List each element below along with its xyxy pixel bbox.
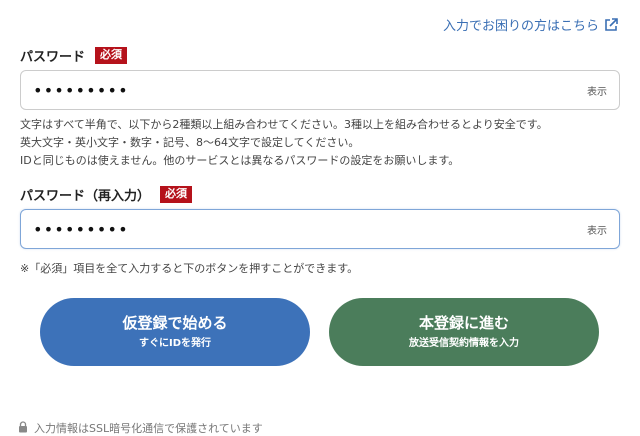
show-password-toggle[interactable]: 表示 bbox=[587, 83, 607, 98]
lock-icon bbox=[18, 420, 28, 436]
required-badge: 必須 bbox=[95, 47, 128, 64]
password-value: ••••••••• bbox=[33, 80, 129, 100]
full-register-button[interactable]: 本登録に進む 放送受信契約情報を入力 bbox=[329, 298, 599, 366]
password-hint: 文字はすべて半角で、以下から2種類以上組み合わせてください。3種以上を組み合わせ… bbox=[20, 116, 625, 170]
password-confirm-input[interactable]: ••••••••• 表示 bbox=[20, 209, 620, 249]
password-confirm-label-text: パスワード（再入力） bbox=[20, 189, 151, 204]
full-register-sublabel: 放送受信契約情報を入力 bbox=[409, 337, 519, 349]
password-hint-line: 文字はすべて半角で、以下から2種類以上組み合わせてください。3種以上を組み合わせ… bbox=[20, 118, 548, 131]
external-link-icon bbox=[604, 17, 618, 32]
required-note: ※「必須」項目を全て入力すると下のボタンを押すことができます。 bbox=[20, 262, 359, 275]
password-hint-line: IDと同じものは使えません。他のサービスとは異なるパスワードの設定をお願いします… bbox=[20, 154, 460, 167]
temporary-register-button[interactable]: 仮登録で始める すぐにIDを発行 bbox=[40, 298, 310, 366]
ssl-notice: 入力情報はSSL暗号化通信で保護されています bbox=[18, 420, 263, 436]
password-confirm-label: パスワード（再入力） 必須 bbox=[20, 185, 193, 204]
password-input[interactable]: ••••••••• 表示 bbox=[20, 70, 620, 110]
password-hint-line: 英大文字・英小文字・数字・記号、8〜64文字で設定してください。 bbox=[20, 136, 360, 149]
required-badge: 必須 bbox=[160, 186, 193, 203]
help-link-label: 入力でお困りの方はこちら bbox=[442, 19, 599, 34]
ssl-notice-text: 入力情報はSSL暗号化通信で保護されています bbox=[34, 422, 263, 435]
password-label-text: パスワード bbox=[20, 50, 86, 65]
show-password-confirm-toggle[interactable]: 表示 bbox=[587, 222, 607, 237]
password-confirm-value: ••••••••• bbox=[33, 219, 129, 239]
help-link[interactable]: 入力でお困りの方はこちら bbox=[443, 15, 618, 34]
temporary-register-sublabel: すぐにIDを発行 bbox=[138, 337, 212, 349]
password-label: パスワード 必須 bbox=[20, 46, 128, 65]
full-register-label: 本登録に進む bbox=[418, 313, 509, 332]
temporary-register-label: 仮登録で始める bbox=[122, 313, 228, 332]
